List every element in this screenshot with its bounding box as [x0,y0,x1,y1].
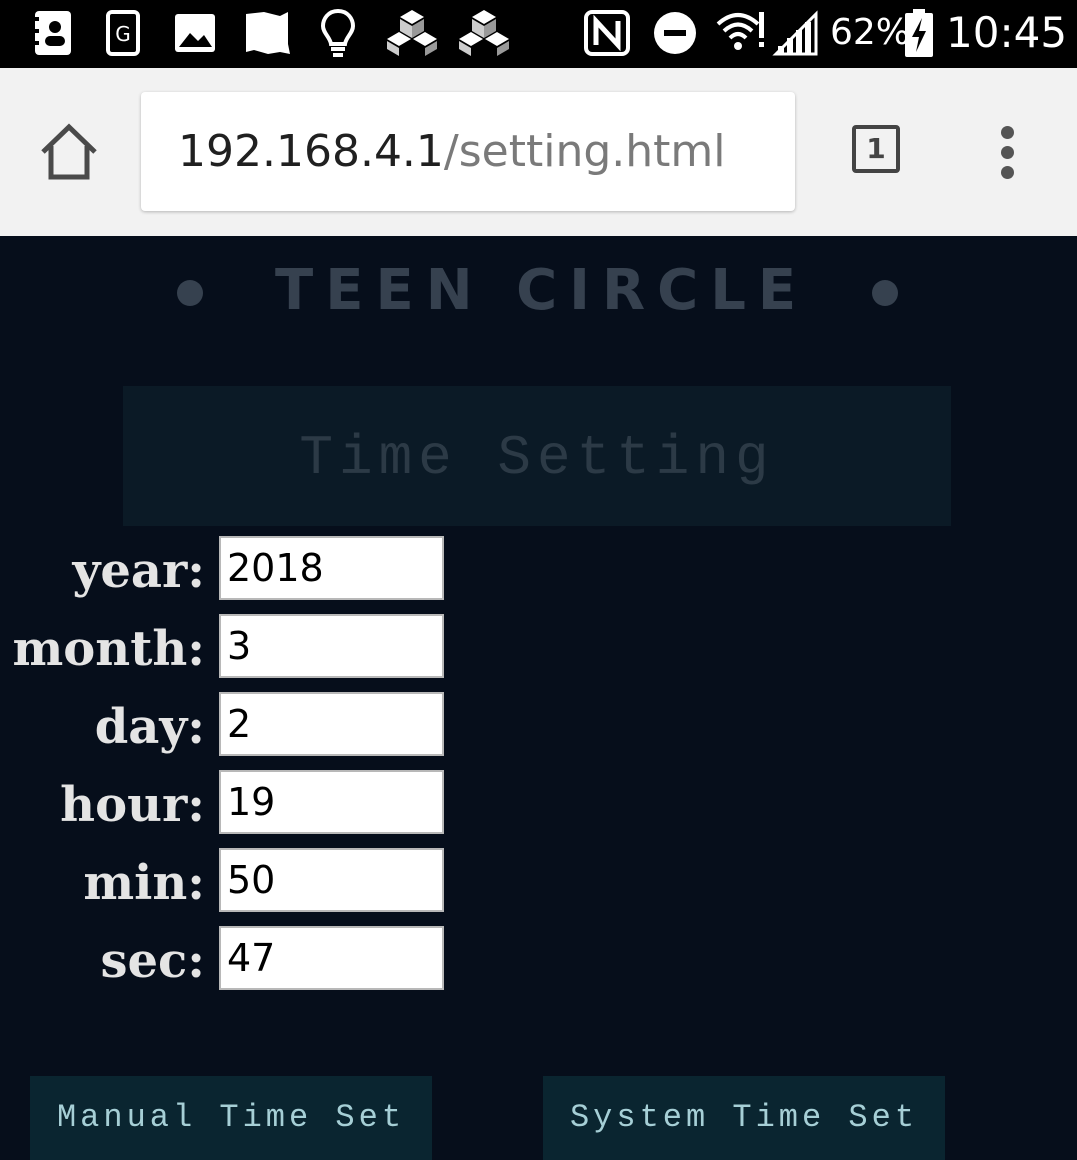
min-input[interactable] [219,848,444,912]
manual-time-set-button[interactable]: Manual Time Set [30,1076,432,1160]
battery-charging-icon [903,8,935,58]
home-icon[interactable] [38,123,100,183]
browser-toolbar: 192.168.4.1/setting.html 1 [0,68,1077,236]
month-label: month: [12,621,206,677]
address-bar[interactable]: 192.168.4.1/setting.html [141,92,795,211]
day-input[interactable] [219,692,444,756]
battery-percentage: 62% [830,12,911,53]
sec-label: sec: [100,933,205,989]
status-bar: G 62% 10:45 [0,0,1077,68]
signal-icon [772,8,818,58]
year-label: year: [72,543,205,599]
system-time-set-button[interactable]: System Time Set [543,1076,945,1160]
hour-label: hour: [60,777,205,833]
sec-input[interactable] [219,926,444,990]
tab-switcher-button[interactable]: 1 [852,125,900,173]
brand-title: TEEN CIRCLE [275,258,809,323]
cubes-icon [384,8,440,58]
month-input[interactable] [219,614,444,678]
page-heading: Time Setting [123,386,951,526]
year-input[interactable] [219,536,444,600]
wifi-icon [716,8,766,58]
day-label: day: [94,699,205,755]
svg-text:G: G [115,22,131,46]
page-content: TEEN CIRCLE Time Setting year: month: da… [0,236,1077,1160]
lightbulb-icon [318,8,358,58]
clock: 10:45 [946,8,1068,57]
nfc-icon [582,8,632,58]
map-icon [244,8,292,58]
overflow-menu-icon[interactable] [990,126,1026,179]
brand-dot-left [177,280,203,306]
hour-input[interactable] [219,770,444,834]
contacts-app-icon [30,8,74,58]
sim-card-icon: G [104,8,142,58]
brand-dot-right [872,280,898,306]
cubes-icon [456,8,512,58]
min-label: min: [83,855,205,911]
do-not-disturb-icon [652,8,698,58]
url-path: /setting.html [443,126,726,177]
gallery-icon [174,8,216,58]
url-host: 192.168.4.1 [178,126,444,177]
